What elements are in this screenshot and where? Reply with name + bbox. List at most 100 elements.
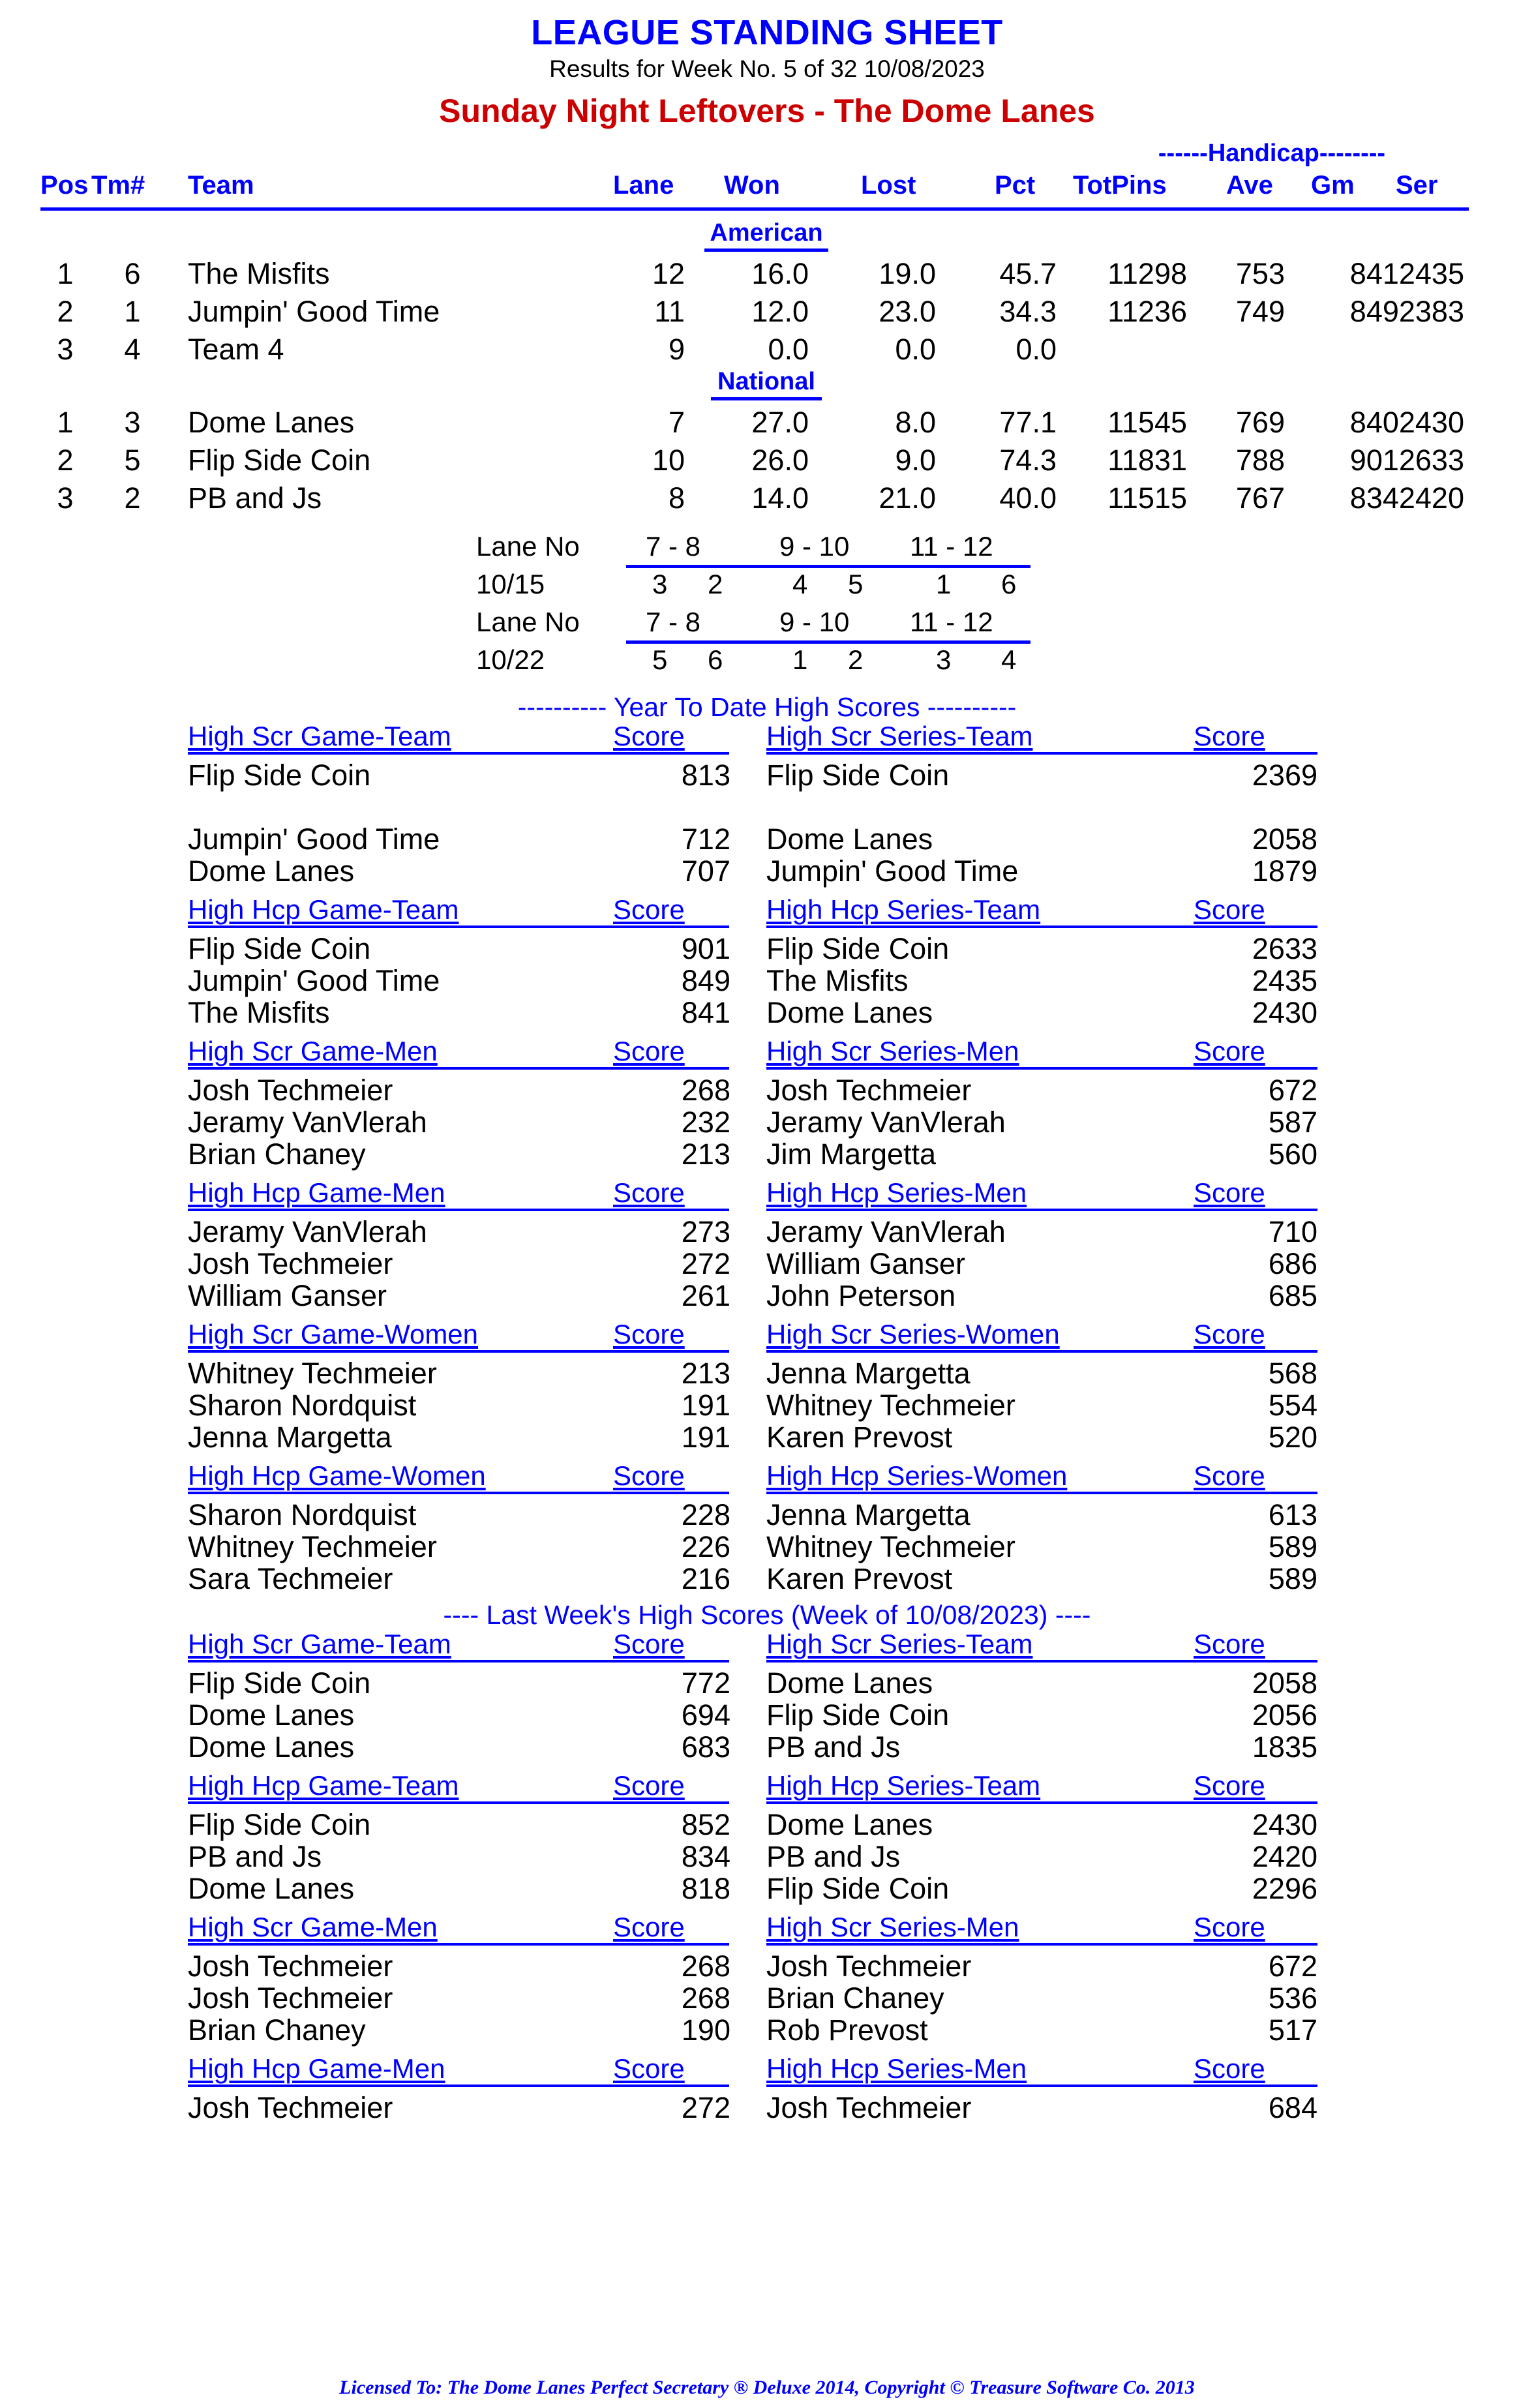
score-entry-name: Flip Side Coin [188,1666,371,1700]
cell-totpins: 11831 [1107,444,1187,477]
column-header-won: Won [724,171,780,200]
score-entry-value: 517 [1268,2013,1317,2047]
score-header-divider-right [766,1067,1317,1070]
score-column-header-right-score: Score [1194,1036,1265,1067]
lane-team-slot: 3 [936,644,952,676]
score-entry-name: Karen Prevost [766,1562,953,1596]
score-column-header-right-score: Score [1194,1770,1265,1801]
lane-divider [626,565,1030,569]
score-column-header-left-score: Score [613,1460,685,1492]
score-entry-value: 536 [1268,1981,1317,2015]
score-column-header-right: High Hcp Series-Women [766,1460,1068,1492]
score-header-divider-right [766,926,1317,929]
score-entry-name: Jeramy VanVlerah [188,1106,427,1139]
score-header-divider-left [188,2084,729,2088]
score-column-header-left-score: Score [613,1177,685,1209]
score-entry-name: Jenna Margetta [766,1357,970,1391]
lane-team-slot: 6 [1001,569,1017,600]
cell-lane: 8 [668,481,685,515]
cell-totpins: 11545 [1107,406,1187,440]
lane-team-slot: 5 [652,644,668,676]
score-header-divider-right [766,752,1317,755]
ytd-separator: ---------- Year To Date High Scores ----… [517,692,1017,723]
cell-lost: 8.0 [895,406,936,440]
cell-pct: 34.3 [999,295,1057,329]
score-entry-value: 2058 [1252,1666,1317,1700]
score-entry-name: Jumpin' Good Time [188,822,440,856]
score-column-header-right: High Scr Series-Women [766,1319,1060,1350]
score-column-header-left: High Scr Game-Team [188,1629,451,1660]
score-entry-name: Jim Margetta [766,1137,937,1171]
lane-pair: 7 - 8 [646,531,701,562]
last-week-separator: ---- Last Week's High Scores (Week of 10… [443,1600,1091,1631]
score-entry-name: Josh Techmeier [766,1949,972,1983]
table-row: 2 5 Flip Side Coin 10 26.0 9.0 74.3 1183… [0,444,1534,481]
score-entry-name: Josh Techmeier [188,1247,393,1281]
score-column-header-left-score: Score [613,1629,685,1660]
score-column-header-right: High Scr Series-Team [766,1629,1033,1660]
score-entry-value: 587 [1268,1106,1317,1139]
score-entry-value: 589 [1268,1530,1317,1564]
score-entry-value: 841 [681,996,730,1030]
cell-pct: 0.0 [1015,333,1057,367]
cell-totpins: 11515 [1107,481,1187,515]
score-column-header-right-score: Score [1194,721,1265,752]
score-column-header-left-score: Score [613,894,685,926]
score-column-header-right-score: Score [1194,2053,1265,2084]
cell-pos: 2 [57,295,74,329]
score-entry-name: PB and Js [766,1840,901,1874]
score-entry-name: Brian Chaney [188,1137,366,1171]
ytd-score-sections: High Scr Game-Team Score High Scr Series-T… [0,721,1534,1602]
score-column-header-left-score: Score [613,721,685,752]
score-entry-name: Jeramy VanVlerah [766,1215,1006,1249]
score-entry-value: 520 [1268,1421,1317,1454]
score-entry-name: Flip Side Coin [766,759,950,792]
score-column-header-left: High Scr Game-Men [188,1912,438,1943]
score-entry-value: 849 [681,964,730,998]
lane-pair: 11 - 12 [910,607,993,638]
score-column-header-left: High Hcp Game-Men [188,1177,445,1209]
score-header-divider-left [188,1943,729,1946]
score-entry-value: 213 [681,1357,730,1391]
score-entry-value: 1879 [1252,854,1317,888]
lane-pair: 9 - 10 [779,607,850,638]
cell-gm-ser: 8412435 [1349,257,1464,291]
cell-lane: 11 [654,295,685,329]
score-entry-value: 568 [1268,1357,1317,1391]
score-entry-name: Brian Chaney [766,1981,944,2015]
score-entry-value: 2058 [1252,822,1317,856]
cell-pct: 40.0 [999,481,1057,515]
score-column-header-right: High Hcp Series-Team [766,894,1041,926]
score-entry-value: 834 [681,1840,730,1874]
score-header-divider-right [766,1350,1317,1353]
cell-ave: 753 [1235,257,1285,291]
column-header-pct: Pct [995,171,1036,200]
score-entry-name: PB and Js [188,1840,322,1874]
score-entry-name: The Misfits [766,964,909,998]
score-entry-name: John Peterson [766,1279,956,1313]
score-column-header-right: High Hcp Series-Men [766,2053,1027,2084]
score-entry-value: 191 [681,1389,730,1422]
score-entry-name: PB and Js [766,1730,901,1764]
last-week-score-sections: High Scr Game-Team Score High Scr Series-T… [0,1629,1534,2131]
score-entry-name: Dome Lanes [188,1872,355,1906]
score-entry-name: Jumpin' Good Time [766,854,1019,888]
score-header-divider-right [766,2084,1317,2088]
cell-tm: 1 [124,295,141,329]
score-entry-value: 852 [681,1808,730,1842]
cell-lane: 12 [652,257,685,291]
score-entry-name: Sharon Nordquist [188,1498,417,1532]
cell-lost: 21.0 [879,481,936,515]
score-entry-value: 268 [681,1981,730,2015]
score-entry-value: 228 [681,1498,730,1532]
score-entry-name: Dome Lanes [766,996,933,1030]
score-entry-name: Jenna Margetta [766,1498,970,1532]
lane-divider [626,640,1030,644]
cell-ave: 769 [1235,406,1285,440]
column-header-gm: Gm [1311,171,1355,200]
score-column-header-left: High Hcp Game-Men [188,2053,445,2084]
score-entry-value: 613 [1268,1498,1317,1532]
cell-won: 27.0 [751,406,809,440]
table-row: 1 6 The Misfits 12 16.0 19.0 45.7 11298 … [0,257,1534,295]
score-entry-name: Jenna Margetta [188,1421,392,1454]
